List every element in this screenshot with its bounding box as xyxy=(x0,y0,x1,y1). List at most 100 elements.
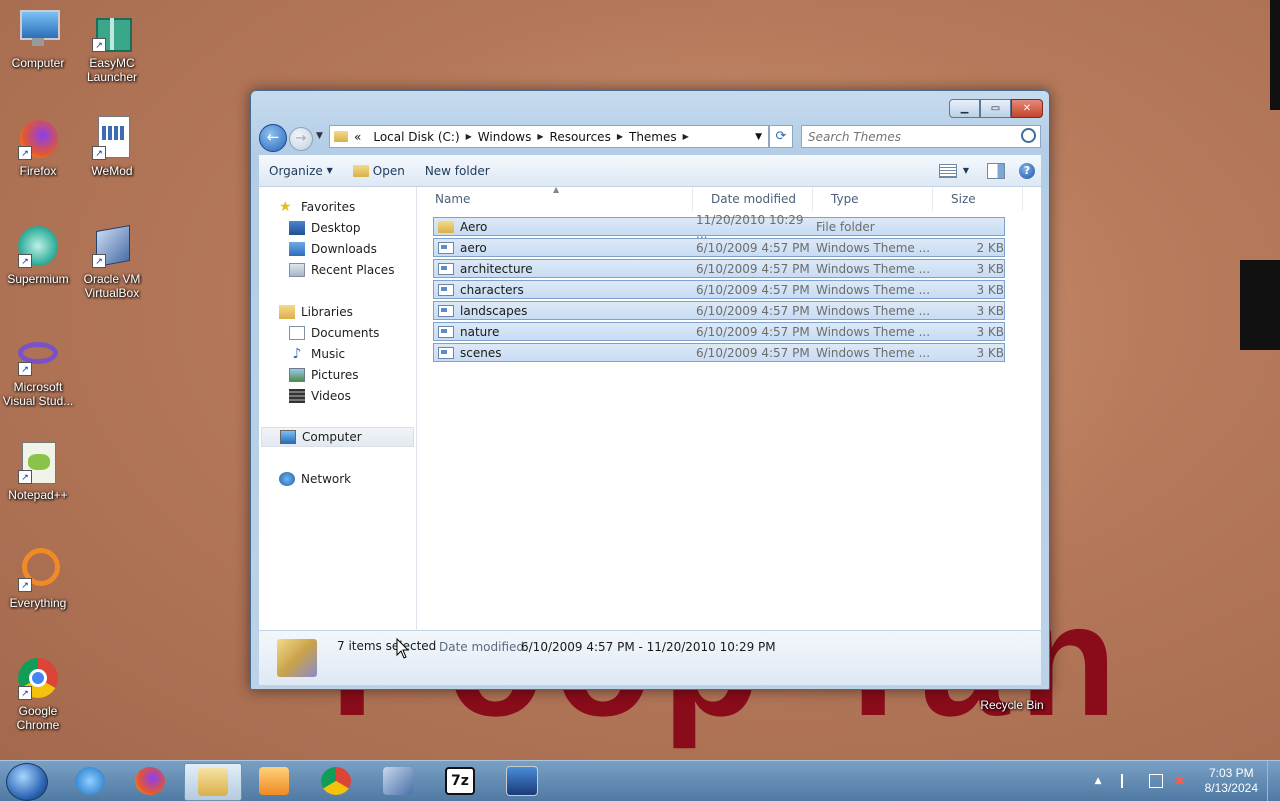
open-label: Open xyxy=(372,163,405,178)
column-label: Size xyxy=(951,192,976,206)
taskbar-firefox[interactable] xyxy=(122,763,178,799)
breadcrumb-arrow-icon[interactable]: ▶ xyxy=(683,132,689,141)
nav-videos[interactable]: Videos xyxy=(289,386,351,406)
breadcrumb-resources[interactable]: Resources xyxy=(550,130,611,144)
search-box[interactable] xyxy=(801,125,1041,148)
date-modified-label: Date modified: xyxy=(439,640,529,654)
desktop-icon-easymc[interactable]: ↗ EasyMC Launcher xyxy=(74,8,150,84)
forward-button[interactable]: → xyxy=(289,127,313,151)
document-icon: ↗ xyxy=(90,116,134,160)
file-date: 6/10/2009 4:57 PM xyxy=(696,345,810,360)
wallpaper-dark-patch xyxy=(1270,0,1280,110)
start-orb-icon[interactable] xyxy=(6,763,48,801)
desktop-icon-supermium[interactable]: ↗ Supermium xyxy=(0,224,76,286)
show-hidden-icons-icon[interactable]: ▲ xyxy=(1095,774,1109,788)
nav-computer[interactable]: Computer xyxy=(261,427,414,447)
file-row[interactable]: landscapes 6/10/2009 4:57 PM Windows The… xyxy=(433,301,1005,320)
search-icon[interactable] xyxy=(1021,128,1036,143)
nav-recent-places[interactable]: Recent Places xyxy=(289,260,394,280)
breadcrumb-local-disk[interactable]: Local Disk (C:) xyxy=(373,130,459,144)
music-icon: ♪ xyxy=(292,346,302,362)
file-type: Windows Theme ... xyxy=(816,261,931,276)
back-button[interactable]: ← xyxy=(259,124,287,152)
breadcrumb-arrow-icon[interactable]: ▶ xyxy=(617,132,623,141)
address-bar[interactable]: « Local Disk (C:) ▶ Windows ▶ Resources ▶ T… xyxy=(329,125,769,148)
file-row[interactable]: Aero 11/20/2010 10:29 ... File folder xyxy=(433,213,1005,241)
open-button[interactable]: Open xyxy=(343,164,415,178)
desktop-icon-label: WeMod xyxy=(91,164,133,178)
desktop-icon-label: Notepad++ xyxy=(8,488,68,502)
file-date: 6/10/2009 4:57 PM xyxy=(696,261,810,276)
theme-file-icon xyxy=(438,325,454,338)
maximize-button[interactable]: ▭ xyxy=(980,99,1011,118)
nav-documents[interactable]: Documents xyxy=(289,323,379,343)
taskbar-windows-2000[interactable] xyxy=(494,763,550,799)
desktop-icon-firefox[interactable]: ↗ Firefox xyxy=(0,116,76,178)
file-row[interactable]: aero 6/10/2009 4:57 PM Windows Theme ...… xyxy=(433,238,1005,257)
taskbar-7zip[interactable]: 7z xyxy=(432,763,488,799)
breadcrumb-windows[interactable]: Windows xyxy=(478,130,532,144)
breadcrumb-overflow[interactable]: « xyxy=(354,130,361,144)
volume-muted-icon[interactable]: ✖ xyxy=(1175,774,1189,788)
help-icon[interactable]: ? xyxy=(1019,162,1035,179)
nav-pictures[interactable]: Pictures xyxy=(289,365,359,385)
minimize-button[interactable]: ▁ xyxy=(949,99,980,118)
wallpaper-dark-patch xyxy=(1240,260,1280,350)
address-dropdown-icon[interactable]: ▼ xyxy=(755,132,762,142)
file-row[interactable]: architecture 6/10/2009 4:57 PM Windows T… xyxy=(433,259,1005,278)
file-type: Windows Theme ... xyxy=(816,303,931,318)
taskbar-chrome[interactable] xyxy=(308,763,364,799)
desktop-icon-chrome[interactable]: ↗ Google Chrome xyxy=(0,656,76,732)
breadcrumb-arrow-icon[interactable]: ▶ xyxy=(537,132,543,141)
preview-pane-icon[interactable] xyxy=(987,162,1005,179)
nav-music[interactable]: ♪ Music xyxy=(289,344,346,364)
refresh-button[interactable]: ⟳ xyxy=(769,125,793,148)
nav-label: Network xyxy=(301,472,352,486)
nav-favorites[interactable]: ★ Favorites xyxy=(279,197,355,217)
chevron-down-icon: ▼ xyxy=(326,166,333,175)
clock[interactable]: 7:03 PM 8/13/2024 xyxy=(1205,766,1258,796)
taskbar-file-explorer[interactable] xyxy=(184,763,242,801)
network-tray-icon[interactable] xyxy=(1148,774,1163,788)
column-headers: Name ▲ Date modified Type Size xyxy=(417,185,1041,211)
search-input[interactable] xyxy=(802,126,1024,147)
taskbar-internet-explorer[interactable] xyxy=(62,763,118,799)
recent-pages-dropdown[interactable]: ▼ xyxy=(316,131,323,141)
column-header-type[interactable]: Type xyxy=(813,187,933,211)
file-name: scenes xyxy=(460,345,502,360)
column-header-name[interactable]: Name ▲ xyxy=(417,185,693,211)
desktop-icon-virtualbox[interactable]: ↗ Oracle VM VirtualBox xyxy=(74,224,150,300)
change-view-icon[interactable] xyxy=(938,163,957,178)
nav-network[interactable]: Network xyxy=(279,469,351,489)
desktop-icon-notepadpp[interactable]: ↗ Notepad++ xyxy=(0,440,76,502)
nav-downloads[interactable]: Downloads xyxy=(289,239,377,259)
taskbar-virtualbox[interactable] xyxy=(370,763,426,799)
breadcrumb-arrow-icon[interactable]: ▶ xyxy=(466,132,472,141)
close-button[interactable]: ✕ xyxy=(1011,99,1043,118)
new-folder-label: New folder xyxy=(424,163,490,178)
new-folder-button[interactable]: New folder xyxy=(415,164,500,178)
nav-desktop[interactable]: Desktop xyxy=(289,218,361,238)
file-row[interactable]: characters 6/10/2009 4:57 PM Windows The… xyxy=(433,280,1005,299)
show-desktop-button[interactable] xyxy=(1267,761,1280,801)
column-header-date[interactable]: Date modified xyxy=(693,187,813,211)
desktop-icon-visual-studio[interactable]: ↗ Microsoft Visual Stud... xyxy=(0,332,76,408)
view-dropdown-icon[interactable]: ▼ xyxy=(963,166,969,175)
file-row[interactable]: nature 6/10/2009 4:57 PM Windows Theme .… xyxy=(433,322,1005,341)
breadcrumb-themes[interactable]: Themes xyxy=(629,130,677,144)
organize-button[interactable]: Organize ▼ xyxy=(259,164,343,178)
computer-icon xyxy=(16,8,60,52)
desktop-icon-wemod[interactable]: ↗ WeMod xyxy=(74,116,150,178)
column-header-size[interactable]: Size xyxy=(933,187,1023,211)
theme-file-icon xyxy=(438,283,454,296)
file-row[interactable]: scenes 6/10/2009 4:57 PM Windows Theme .… xyxy=(433,343,1005,362)
desktop-icon-label: Oracle VM VirtualBox xyxy=(83,272,141,300)
nav-libraries[interactable]: Libraries xyxy=(279,302,353,322)
explorer-window: ▁ ▭ ✕ ← → ▼ « Local Disk (C:) ▶ Windows ▶ … xyxy=(250,90,1050,690)
videos-icon xyxy=(289,389,305,403)
supermium-icon: ↗ xyxy=(16,224,60,268)
desktop-icon-computer[interactable]: Computer xyxy=(0,8,76,70)
desktop-icon-everything[interactable]: ↗ Everything xyxy=(0,548,76,610)
taskbar-media-player[interactable] xyxy=(246,763,302,799)
action-center-flag-icon[interactable] xyxy=(1120,774,1137,788)
